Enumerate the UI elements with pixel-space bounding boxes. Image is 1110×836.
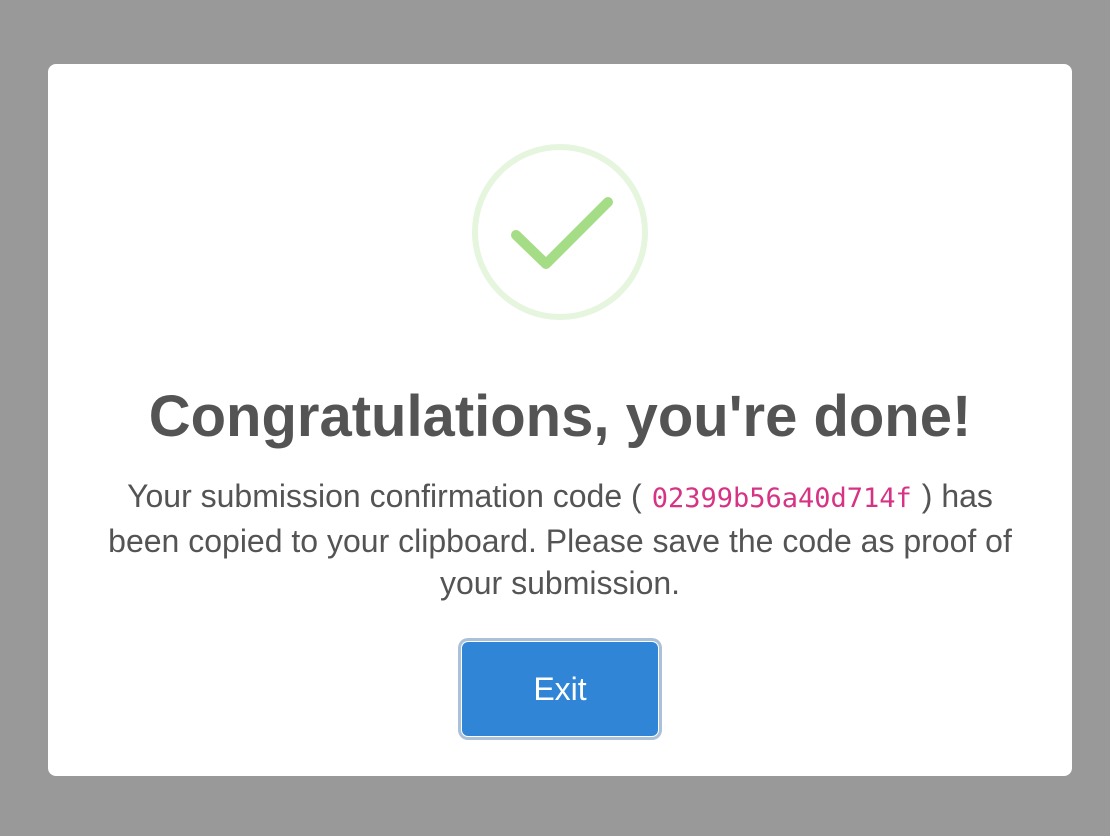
check-circle-icon (472, 144, 648, 320)
dialog-title: Congratulations, you're done! (148, 384, 972, 449)
dialog-message: Your submission confirmation code ( 02399… (88, 475, 1032, 604)
success-dialog: Congratulations, you're done! Your submi… (48, 64, 1072, 776)
confirmation-code: 02399b56a40d714f (651, 483, 912, 514)
message-text-before-code: Your submission confirmation code ( (127, 478, 642, 514)
exit-button[interactable]: Exit (461, 641, 659, 737)
